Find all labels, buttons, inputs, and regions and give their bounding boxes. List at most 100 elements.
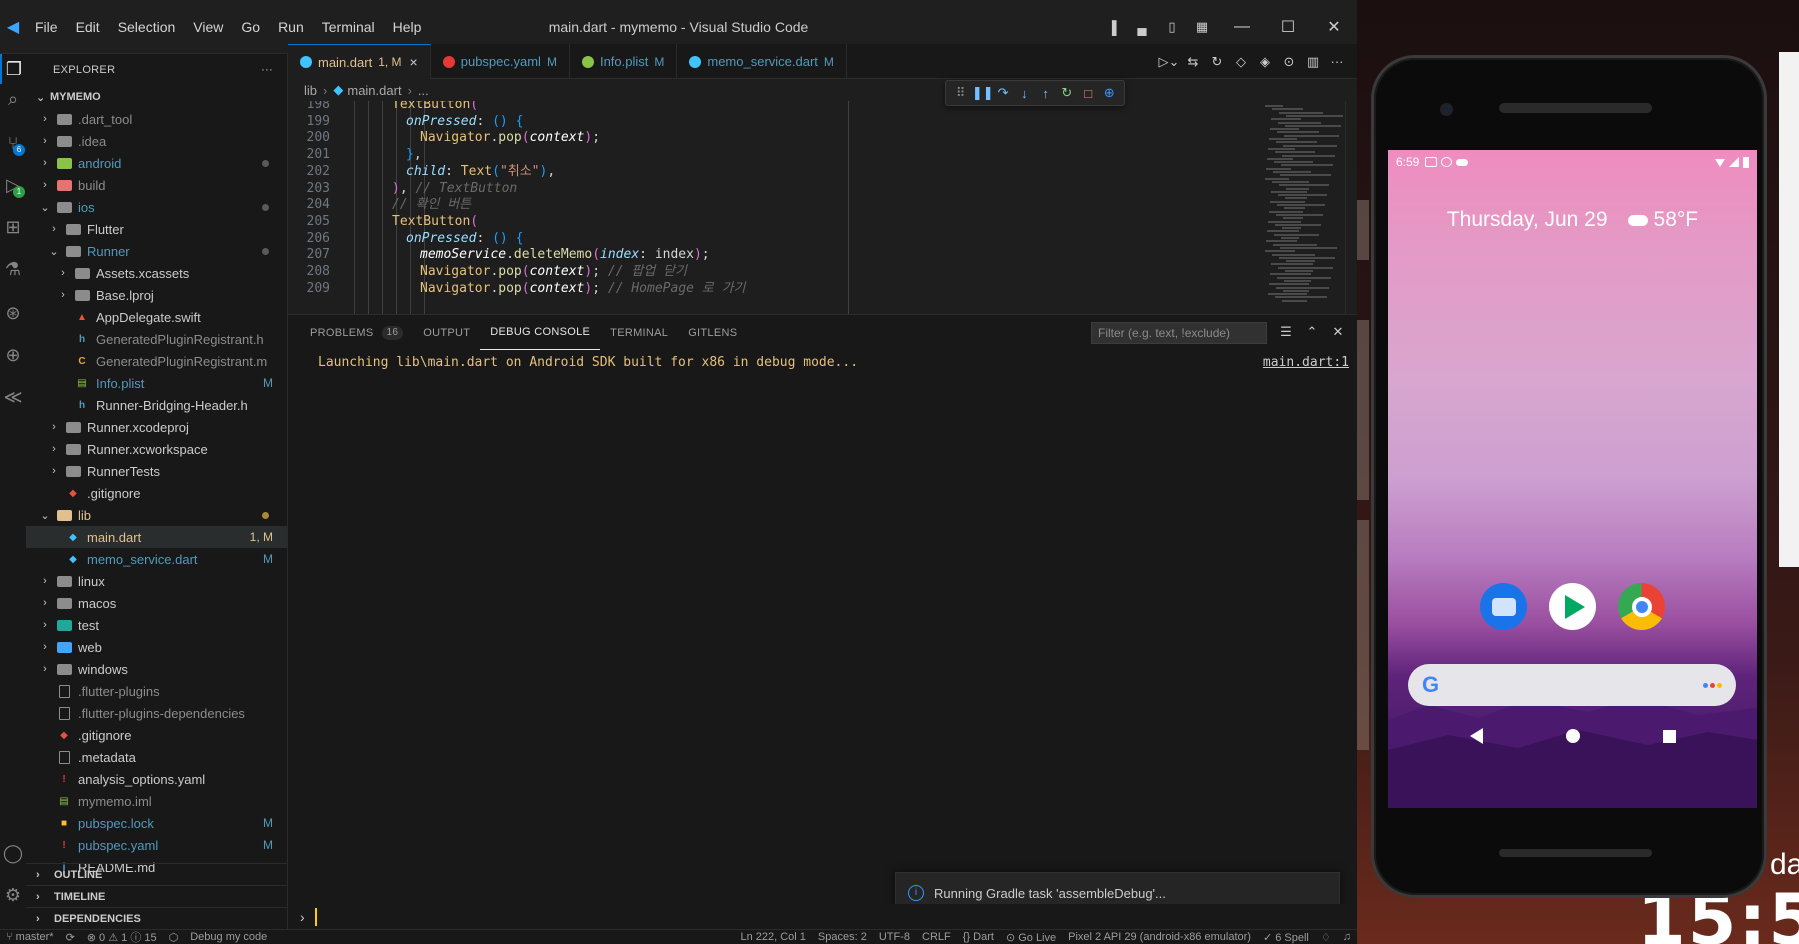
close-tab-icon[interactable]: ×	[410, 54, 418, 70]
status-item[interactable]: UTF-8	[873, 931, 916, 943]
tab-memo_service-dart[interactable]: memo_service.dart M	[677, 44, 847, 79]
code-editor[interactable]: 198 TextButton(199 onPressed: () {200 Navig…	[288, 101, 1357, 314]
restart-icon[interactable]: ↻	[1057, 85, 1077, 101]
folder-item[interactable]: › Assets.xcassets	[26, 262, 287, 284]
overview-ruler[interactable]	[1345, 101, 1357, 314]
file-item[interactable]: ◆ .gitignore	[26, 482, 287, 504]
google-assistant-icon[interactable]	[1701, 682, 1722, 688]
status-item[interactable]: Spaces: 2	[812, 931, 873, 943]
folder-item[interactable]: › RunnerTests	[26, 460, 287, 482]
testing-icon[interactable]: ⚗	[0, 254, 26, 284]
file-item[interactable]: ▤ mymemo.iml	[26, 790, 287, 812]
folder-item[interactable]: › test	[26, 614, 287, 636]
at-a-glance-widget[interactable]: Thursday, Jun 29 58°F	[1388, 208, 1757, 232]
file-item[interactable]: ◆ main.dart 1, M	[26, 526, 287, 548]
compare-changes-icon[interactable]: ⇆	[1181, 54, 1205, 70]
panel-tab-terminal[interactable]: TERMINAL	[600, 315, 678, 350]
home-icon[interactable]	[1565, 729, 1580, 743]
file-item[interactable]: .flutter-plugins-dependencies	[26, 702, 287, 724]
folder-item[interactable]: › windows	[26, 658, 287, 680]
file-item[interactable]: ▤ Info.plist M	[26, 372, 287, 394]
breadcrumb-item[interactable]: main.dart	[347, 83, 401, 98]
file-item[interactable]: ! pubspec.yaml M	[26, 834, 287, 856]
folder-item[interactable]: ⌄ Runner	[26, 240, 287, 262]
status-item[interactable]: {} Dart	[957, 931, 1000, 943]
customize-layout-icon[interactable]: ▦	[1189, 14, 1215, 40]
panel-tab-gitlens[interactable]: GITLENS	[678, 315, 747, 350]
status-item[interactable]: ⊙ Go Live	[1000, 931, 1062, 944]
menu-go[interactable]: Go	[232, 0, 269, 54]
step-over-icon[interactable]: ↷	[993, 85, 1013, 101]
toggle-secondary-sidebar-icon[interactable]: ▯	[1159, 14, 1185, 40]
menu-view[interactable]: View	[184, 0, 232, 54]
status-item[interactable]: ♢	[1315, 931, 1337, 944]
menu-edit[interactable]: Edit	[67, 0, 109, 54]
folder-item[interactable]: › macos	[26, 592, 287, 614]
folder-item[interactable]: › Runner.xcodeproj	[26, 416, 287, 438]
folder-item[interactable]: ⌄ lib	[26, 504, 287, 526]
menu-file[interactable]: File	[26, 0, 67, 54]
split-editor-icon[interactable]: ▥	[1301, 54, 1325, 70]
flutter-icon[interactable]: ≪	[0, 382, 26, 412]
clear-console-icon[interactable]: ☰	[1273, 321, 1299, 343]
messages-icon[interactable]	[1480, 583, 1527, 630]
status-item[interactable]: ♫	[1337, 931, 1357, 943]
next-change-icon[interactable]: ◈	[1253, 54, 1277, 70]
file-item[interactable]: ! analysis_options.yaml	[26, 768, 287, 790]
inspect-widget-icon[interactable]: ⊕	[1099, 85, 1119, 101]
status-item[interactable]: ✓ 6 Spell	[1257, 931, 1315, 944]
open-changes-icon[interactable]: ↻	[1205, 54, 1229, 70]
chrome-icon[interactable]	[1618, 583, 1665, 630]
panel-tab-debug-console[interactable]: DEBUG CONSOLE	[480, 315, 601, 350]
close-panel-icon[interactable]: ✕	[1325, 321, 1351, 343]
section-dependencies[interactable]: › DEPENDENCIES	[26, 907, 287, 929]
folder-item[interactable]: › build	[26, 174, 287, 196]
accounts-icon[interactable]: ◯	[0, 838, 26, 868]
google-search-bar[interactable]: G	[1408, 664, 1736, 706]
file-item[interactable]: ◆ .gitignore	[26, 724, 287, 746]
panel-tab-problems[interactable]: PROBLEMS 16	[300, 315, 413, 350]
folder-item[interactable]: › Runner.xcworkspace	[26, 438, 287, 460]
status-item[interactable]: CRLF	[916, 931, 957, 943]
status-item[interactable]: Debug my code	[184, 931, 273, 943]
debug-console-filter-input[interactable]: Filter (e.g. text, !exclude)	[1091, 322, 1267, 344]
console-source-link[interactable]: main.dart:1	[1263, 355, 1349, 370]
section-outline[interactable]: › OUTLINE	[26, 863, 287, 885]
explorer-more-actions-icon[interactable]: ···	[261, 64, 273, 76]
remote-explorer-icon[interactable]: ⊛	[0, 298, 26, 328]
section-timeline[interactable]: › TIMELINE	[26, 885, 287, 907]
folder-item[interactable]: › Base.lproj	[26, 284, 287, 306]
more-actions-icon[interactable]: ···	[1325, 54, 1349, 69]
breadcrumb-item[interactable]: ...	[418, 83, 429, 98]
folder-item[interactable]: ⌄ ios	[26, 196, 287, 218]
minimap[interactable]	[1255, 101, 1345, 314]
toggle-panel-icon[interactable]: ▄	[1129, 14, 1155, 40]
debug-console-input[interactable]: ›	[288, 904, 1357, 929]
play-store-icon[interactable]	[1549, 583, 1596, 630]
recents-icon[interactable]	[1662, 729, 1676, 743]
folder-item[interactable]: › web	[26, 636, 287, 658]
file-item[interactable]: ◆ memo_service.dart M	[26, 548, 287, 570]
run-debug-icon[interactable]: ▷ 1	[0, 170, 26, 200]
status-item[interactable]: ⬡	[163, 931, 185, 944]
file-item[interactable]: h Runner-Bridging-Header.h	[26, 394, 287, 416]
folder-item[interactable]: › android	[26, 152, 287, 174]
file-item[interactable]: .flutter-plugins	[26, 680, 287, 702]
phone-screen[interactable]: 6:59 Thursday, Jun 29 58°F G	[1388, 150, 1757, 808]
settings-gear-icon[interactable]: ⚙	[0, 880, 26, 910]
gitlens-icon[interactable]: ⊕	[0, 340, 26, 370]
status-item[interactable]: ⑂ master*	[0, 931, 60, 943]
maximize-panel-icon[interactable]: ⌃	[1299, 321, 1325, 343]
tab-main-dart[interactable]: main.dart 1, M ×	[288, 44, 431, 79]
drag-handle-icon[interactable]: ⠿	[951, 85, 971, 101]
source-control-icon[interactable]: ⑂ 6	[0, 128, 26, 158]
status-item[interactable]: Pixel 2 API 29 (android-x86 emulator)	[1062, 931, 1257, 943]
folder-item[interactable]: › Flutter	[26, 218, 287, 240]
status-item[interactable]: ⟳	[60, 931, 81, 944]
previous-change-icon[interactable]: ◇	[1229, 54, 1253, 70]
tab-pubspec-yaml[interactable]: pubspec.yaml M	[431, 44, 570, 79]
step-out-icon[interactable]: ↑	[1036, 86, 1056, 101]
gitlens-blame-icon[interactable]: ⊙	[1277, 54, 1301, 70]
toggle-sidebar-icon[interactable]: ▐	[1099, 14, 1125, 40]
folder-item[interactable]: › linux	[26, 570, 287, 592]
